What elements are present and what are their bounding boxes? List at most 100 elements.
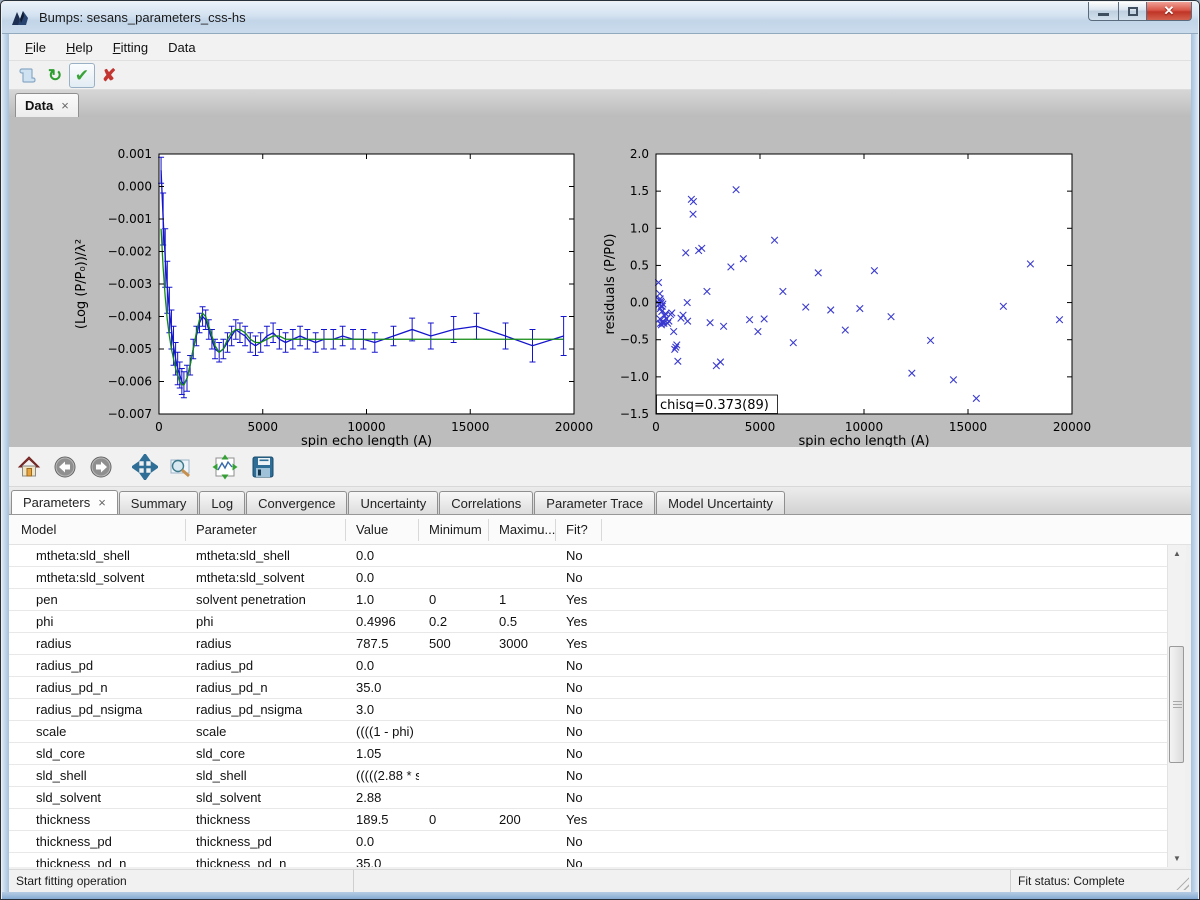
table-row[interactable]: scalescale((((1 - phi)No	[9, 721, 1167, 743]
cell-parameter: radius	[186, 633, 346, 654]
table-row[interactable]: thicknessthickness189.50200Yes	[9, 809, 1167, 831]
tab-convergence[interactable]: Convergence	[246, 491, 347, 514]
svg-text:1.0: 1.0	[630, 221, 649, 235]
column-fit[interactable]: Fit?	[556, 519, 602, 541]
column-model[interactable]: Model	[9, 519, 186, 541]
cell-maximum	[489, 655, 556, 676]
start-fit-button[interactable]: ✔	[69, 63, 95, 88]
table-row[interactable]: mtheta:sld_solventmtheta:sld_solvent0.0N…	[9, 567, 1167, 589]
cell-minimum	[419, 853, 489, 867]
scrollbar-down-icon[interactable]: ▼	[1168, 850, 1186, 867]
cell-minimum	[419, 787, 489, 808]
zoom-icon	[168, 455, 194, 479]
table-row[interactable]: thickness_pd_nthickness_pd_n35.0No	[9, 853, 1167, 867]
cell-model: thickness_pd	[9, 831, 186, 852]
cell-fit: No	[556, 831, 602, 852]
forward-button[interactable]	[87, 453, 115, 481]
table-row[interactable]: sld_shellsld_shell(((((2.88 * sNo	[9, 765, 1167, 787]
menu-file[interactable]: File	[15, 37, 56, 58]
cell-maximum	[489, 567, 556, 588]
tab-log[interactable]: Log	[199, 491, 245, 514]
table-row[interactable]: sld_solventsld_solvent2.88No	[9, 787, 1167, 809]
table-row[interactable]: thickness_pdthickness_pd0.0No	[9, 831, 1167, 853]
cell-maximum	[489, 545, 556, 566]
cell-maximum: 200	[489, 809, 556, 830]
tab-parameters[interactable]: Parameters ×	[11, 490, 118, 514]
scrollbar-up-icon[interactable]: ▲	[1168, 545, 1186, 562]
cell-minimum: 0.2	[419, 611, 489, 632]
tab-parameter-trace[interactable]: Parameter Trace	[534, 491, 655, 514]
minimize-button[interactable]	[1088, 2, 1118, 21]
svg-text:5000: 5000	[745, 420, 776, 434]
menu-data[interactable]: Data	[158, 37, 205, 58]
cell-value: 35.0	[346, 853, 419, 867]
scrollbar-thumb[interactable]	[1169, 646, 1184, 763]
menu-help[interactable]: Help	[56, 37, 103, 58]
title-bar[interactable]: Bumps: sesans_parameters_css-hs ✕	[2, 2, 1198, 34]
document-tabstrip: Data ×	[9, 90, 1191, 117]
window-frame-left	[2, 34, 9, 900]
cell-parameter: scale	[186, 721, 346, 742]
table-row[interactable]: radius_pd_nradius_pd_n35.0No	[9, 677, 1167, 699]
cell-maximum: 3000	[489, 633, 556, 654]
svg-text:2.0: 2.0	[630, 147, 649, 161]
svg-text:10000: 10000	[845, 420, 883, 434]
stop-fit-button[interactable]: ✘	[96, 63, 122, 88]
table-row[interactable]: pensolvent penetration1.001Yes	[9, 589, 1167, 611]
pan-button[interactable]	[131, 453, 159, 481]
cell-fit: No	[556, 545, 602, 566]
column-parameter[interactable]: Parameter	[186, 519, 346, 541]
bumps-app-icon	[11, 9, 31, 27]
back-button[interactable]	[51, 453, 79, 481]
back-icon	[53, 455, 77, 479]
menu-fitting[interactable]: Fitting	[103, 37, 158, 58]
table-row[interactable]: radius_pdradius_pd0.0No	[9, 655, 1167, 677]
zoom-button[interactable]	[167, 453, 195, 481]
cell-maximum	[489, 721, 556, 742]
cell-model: sld_solvent	[9, 787, 186, 808]
table-row[interactable]: radius_pd_nsigmaradius_pd_nsigma3.0No	[9, 699, 1167, 721]
column-minimum[interactable]: Minimum	[419, 519, 489, 541]
close-button[interactable]: ✕	[1146, 2, 1192, 21]
table-row[interactable]: sld_coresld_core1.05No	[9, 743, 1167, 765]
resize-grip[interactable]	[1176, 877, 1189, 890]
plot-panel: 050001000015000200000.0010.000−0.001−0.0…	[9, 117, 1193, 447]
cell-parameter: sld_core	[186, 743, 346, 764]
cell-value: (((((2.88 * s	[346, 765, 419, 786]
svg-text:−0.005: −0.005	[108, 342, 152, 356]
column-value[interactable]: Value	[346, 519, 419, 541]
configure-subplots-button[interactable]	[211, 453, 239, 481]
svg-text:0: 0	[155, 420, 163, 434]
script-icon	[18, 66, 38, 84]
maximize-button[interactable]	[1118, 2, 1146, 21]
cell-minimum: 500	[419, 633, 489, 654]
home-button[interactable]	[15, 453, 43, 481]
svg-text:10000: 10000	[347, 420, 385, 434]
cell-parameter: phi	[186, 611, 346, 632]
tab-data[interactable]: Data ×	[15, 93, 79, 117]
cell-minimum	[419, 545, 489, 566]
fit-and-residuals-plots: 050001000015000200000.0010.000−0.001−0.0…	[9, 117, 1193, 447]
column-maximum[interactable]: Maximu...	[489, 519, 556, 541]
cell-value: 1.0	[346, 589, 419, 610]
reload-model-button[interactable]: ↻	[42, 63, 68, 88]
cell-parameter: sld_solvent	[186, 787, 346, 808]
tab-summary[interactable]: Summary	[119, 491, 199, 514]
tab-model-uncertainty[interactable]: Model Uncertainty	[656, 491, 785, 514]
table-row[interactable]: phiphi0.49960.20.5Yes	[9, 611, 1167, 633]
table-row[interactable]: radiusradius787.55003000Yes	[9, 633, 1167, 655]
parameter-table-header: Model Parameter Value Minimum Maximu... …	[9, 515, 1191, 545]
table-scrollbar[interactable]: ▲ ▼	[1167, 545, 1185, 867]
cell-value: 0.0	[346, 567, 419, 588]
tab-close-icon[interactable]: ×	[61, 98, 69, 113]
save-button[interactable]	[249, 453, 277, 481]
cell-model: thickness	[9, 809, 186, 830]
table-row[interactable]: mtheta:sld_shellmtheta:sld_shell0.0No	[9, 545, 1167, 567]
tab-parameters-close-icon[interactable]: ×	[98, 495, 106, 510]
tab-uncertainty[interactable]: Uncertainty	[348, 491, 438, 514]
svg-text:chisq=0.373(89): chisq=0.373(89)	[660, 398, 769, 413]
cell-model: radius_pd_n	[9, 677, 186, 698]
tab-correlations[interactable]: Correlations	[439, 491, 533, 514]
cell-parameter: mtheta:sld_solvent	[186, 567, 346, 588]
script-button[interactable]	[15, 63, 41, 88]
